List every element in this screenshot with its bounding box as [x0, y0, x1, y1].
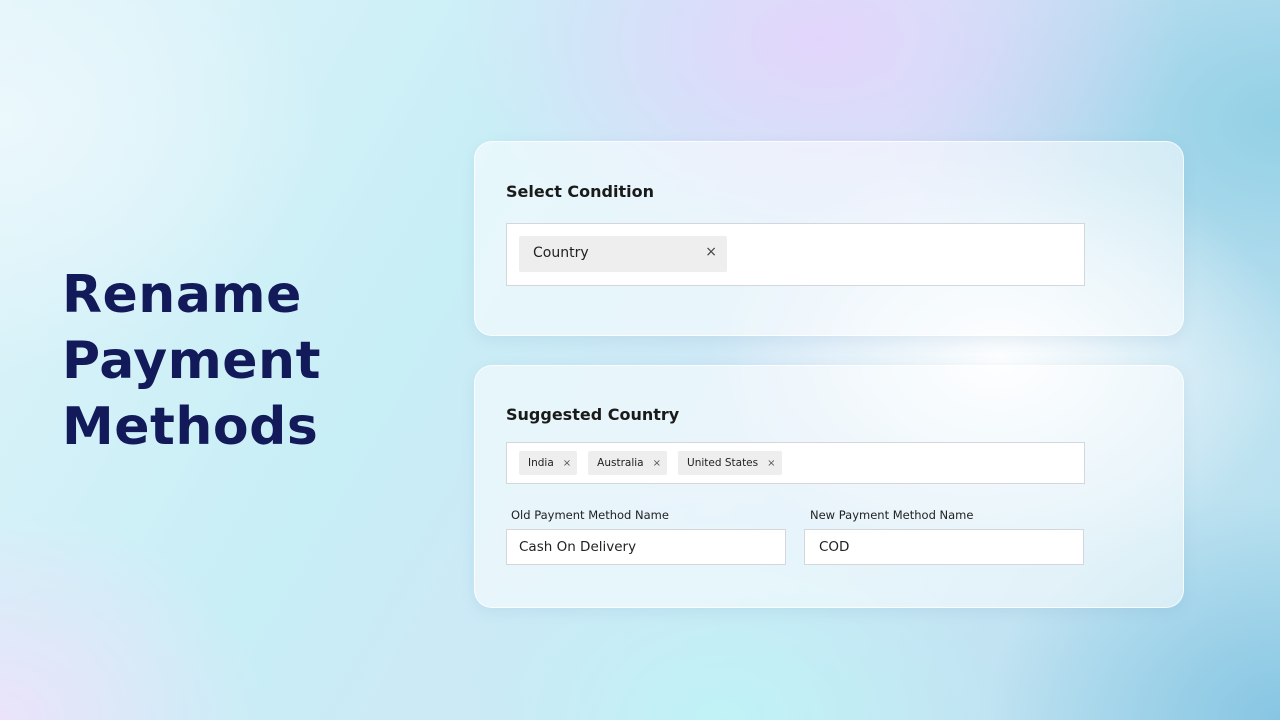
country-chip-list: India × Australia × United States ×	[519, 451, 782, 475]
suggested-country-card: Suggested Country India × Australia × Un…	[474, 365, 1184, 608]
close-icon[interactable]: ×	[767, 458, 775, 469]
close-icon[interactable]: ×	[705, 244, 717, 260]
select-condition-title: Select Condition	[506, 182, 654, 201]
condition-select[interactable]: Country ×	[506, 223, 1085, 286]
country-chip-label: Australia	[597, 457, 644, 469]
country-chip-label: India	[528, 457, 554, 469]
suggested-country-title: Suggested Country	[506, 405, 680, 424]
new-payment-method-input[interactable]	[804, 529, 1084, 565]
old-payment-method-input[interactable]	[506, 529, 786, 565]
country-chip-australia: Australia ×	[588, 451, 668, 475]
headline-line: Rename	[62, 265, 302, 325]
new-payment-method-label: New Payment Method Name	[810, 508, 974, 522]
country-chip-india: India ×	[519, 451, 578, 475]
select-condition-card: Select Condition Country ×	[474, 141, 1184, 336]
condition-tag-country: Country ×	[519, 236, 727, 272]
country-select[interactable]: India × Australia × United States ×	[506, 442, 1085, 484]
page-headline: Rename Payment Methods	[62, 262, 321, 460]
country-chip-label: United States	[687, 457, 759, 469]
country-chip-united-states: United States ×	[678, 451, 782, 475]
close-icon[interactable]: ×	[653, 458, 661, 469]
old-payment-method-label: Old Payment Method Name	[511, 508, 669, 522]
close-icon[interactable]: ×	[563, 458, 571, 469]
condition-tag-label: Country	[533, 245, 589, 261]
headline-line: Payment	[62, 331, 321, 391]
headline-line: Methods	[62, 397, 319, 457]
